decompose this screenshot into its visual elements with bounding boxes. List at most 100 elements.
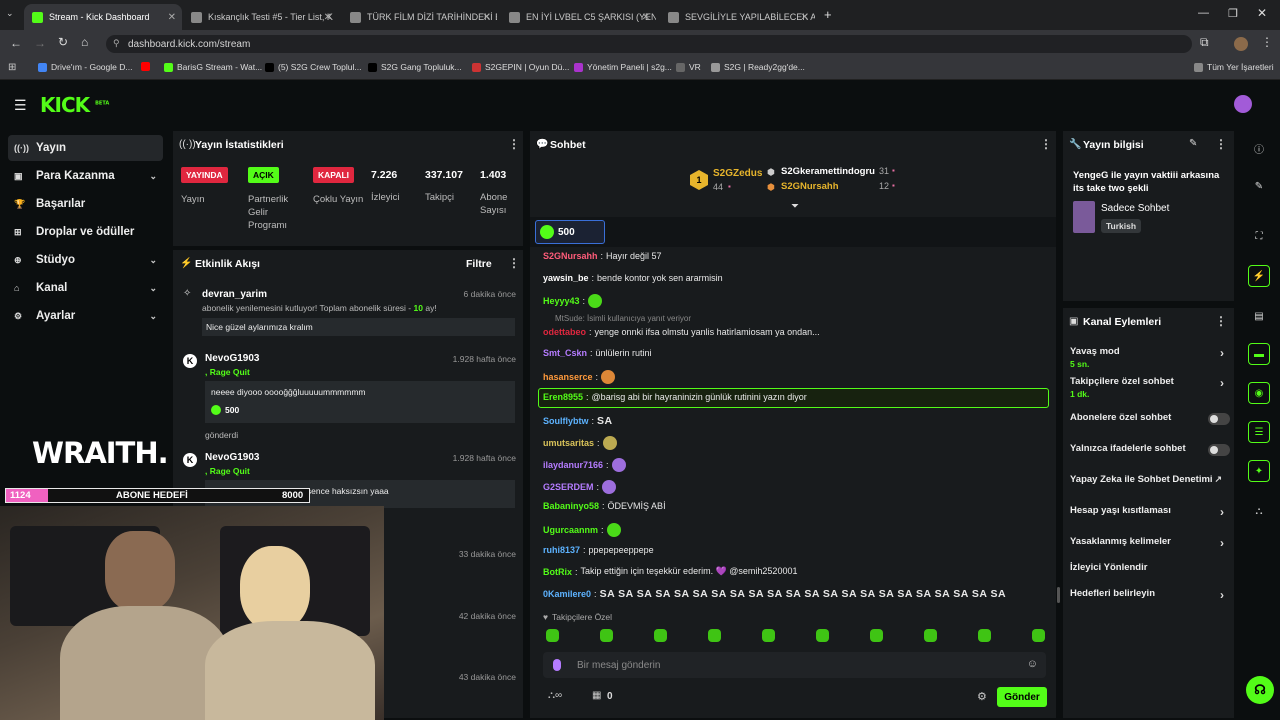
channel-action-row[interactable]: Abonelere özel sohbet [1070, 412, 1230, 426]
chat-message[interactable]: Smt_Cskn: ünlülerin rutini [543, 348, 652, 358]
chat-username[interactable]: G2SERDEM [543, 482, 594, 492]
tab-close-icon[interactable]: ✕ [801, 12, 809, 23]
follower-emote-icon[interactable] [708, 629, 721, 642]
browser-tab[interactable]: Kıskançlık Testi #5 - Tier List, K ✕ [183, 4, 338, 30]
follower-emote-icon[interactable] [978, 629, 991, 642]
send-button[interactable]: Gönder [997, 687, 1047, 707]
bookmark-item[interactable]: S2G | Ready2gg'de... [711, 62, 805, 72]
chat-username[interactable]: yawsin_be [543, 273, 589, 283]
chat-menu-icon[interactable]: ⋮ [1040, 137, 1052, 151]
bookmark-item[interactable]: Tüm Yer İşaretleri [1194, 62, 1274, 72]
chat-username[interactable]: S2GNursahh [543, 251, 598, 261]
follower-emote-icon[interactable] [762, 629, 775, 642]
channel-action-row[interactable]: Takipçilere özel sohbet 1 dk. › [1070, 376, 1230, 402]
tools-icon[interactable]: ✦ [1248, 460, 1270, 482]
bookmark-item[interactable]: VR [676, 62, 701, 72]
chat-message[interactable]: ilaydanur7166: [543, 458, 626, 472]
follower-emote-icon[interactable] [1032, 629, 1045, 642]
site-info-icon[interactable]: ⚲ [113, 38, 120, 49]
toggle-switch[interactable] [1208, 413, 1230, 425]
chat-message[interactable]: hasanserce: [543, 370, 616, 384]
chat-username[interactable]: umutsaritas [543, 438, 594, 448]
chat-username[interactable]: Heyyy43 [543, 296, 580, 306]
activity-user[interactable]: devran_yarim [202, 289, 267, 300]
extensions-icon[interactable]: ⧉ [1200, 35, 1209, 50]
follower-emote-icon[interactable] [654, 629, 667, 642]
follower-emote-icon[interactable] [870, 629, 883, 642]
chat-username[interactable]: 0Kamilere0 [543, 589, 591, 599]
bookmark-item[interactable]: S2GEPIN | Oyun Dü... [472, 62, 569, 72]
tab-close-icon[interactable]: ✕ [168, 12, 176, 23]
bookmark-item[interactable]: Yönetim Paneli | s2g... [574, 62, 672, 72]
emoji-picker-icon[interactable]: ☺ [1027, 658, 1038, 670]
channel-action-row[interactable]: Hedefleri belirleyin › [1070, 588, 1230, 602]
chevron-down-icon[interactable]: ⌄ [149, 171, 157, 182]
top-gifter[interactable]: ⬢ S2Gkeramettindogru 31 ▪ [767, 166, 902, 180]
chat-username[interactable]: Eren8955 [543, 392, 583, 402]
browser-tab[interactable]: EN İYİ LVBEL C5 ŞARKISI (YENİ ✕ [501, 4, 656, 30]
apps-grid-icon[interactable]: ⊞ [8, 62, 16, 73]
chat-message[interactable]: 0Kamilere0: SA SA SA SA SA SA SA SA SA SA… [543, 588, 1006, 600]
language-tag[interactable]: Turkish [1101, 219, 1142, 233]
chat-message[interactable]: Eren8955: @barisg abi bir hayraninizin gü… [543, 392, 807, 402]
chat-username[interactable]: odettabeo [543, 327, 586, 337]
chat-settings-icon[interactable]: ⚙ [977, 690, 987, 703]
chat-username[interactable]: Babaninyo58 [543, 501, 599, 511]
chat-username[interactable]: hasanserce [543, 372, 593, 382]
chat-message[interactable]: yawsin_be: bende kontor yok sen ararmisin [543, 273, 723, 283]
chat-scrollbar[interactable] [1057, 587, 1060, 603]
chat-message[interactable]: Heyyy43: [543, 294, 603, 308]
chat-message[interactable]: BotRix: Takip ettiğin için teşekkür ederi… [543, 566, 797, 577]
chat-message[interactable]: ruhi8137: ppepepeeppepe [543, 545, 654, 555]
pen-icon[interactable]: ✎ [1248, 175, 1270, 197]
tab-close-icon[interactable]: ✕ [324, 12, 332, 23]
fullscreen-icon[interactable]: ⛶ [1248, 225, 1270, 247]
channel-action-row[interactable]: Yapay Zeka ile Sohbet Denetimi ↗ [1070, 474, 1230, 488]
bookmark-item[interactable]: S2G Gang Topluluk... [368, 62, 462, 72]
follower-emote-icon[interactable] [600, 629, 613, 642]
broadcast-rail-icon[interactable]: ◉ [1248, 382, 1270, 404]
chat-username[interactable]: ruhi8137 [543, 545, 580, 555]
chevron-right-icon[interactable]: › [1220, 376, 1224, 390]
channel-action-row[interactable]: Yasaklanmış kelimeler › [1070, 536, 1230, 550]
chat-message[interactable]: Soulflybtw: SA [543, 415, 613, 427]
hamburger-menu-icon[interactable]: ☰ [14, 97, 27, 114]
bookmark-item[interactable]: BarisG Stream - Wat... [164, 62, 262, 72]
sidebar-item[interactable]: ⌂ Kanal ⌄ [8, 275, 163, 301]
channel-action-row[interactable]: Yavaş mod 5 sn. › [1070, 346, 1230, 372]
chat-message[interactable]: S2GNursahh: Hayır değil 57 [543, 251, 662, 261]
sidebar-item[interactable]: ⚙ Ayarlar ⌄ [8, 303, 163, 329]
toggle-switch[interactable] [1208, 444, 1230, 456]
activity-user[interactable]: NevoG1903 [205, 353, 259, 364]
store-icon[interactable]: ▦ [592, 690, 601, 701]
edit-pencil-icon[interactable]: ✎ [1189, 138, 1197, 149]
chat-message[interactable]: Babaninyo58: ÖDEVMİŞ ABİ [543, 501, 666, 511]
chevron-right-icon[interactable]: › [1220, 536, 1224, 550]
reload-icon[interactable]: ↻ [58, 35, 68, 49]
info-icon[interactable]: ⓘ [1248, 137, 1270, 159]
channel-action-row[interactable]: İzleyici Yönlendir [1070, 562, 1230, 576]
browser-menu-icon[interactable]: ⋮ [1261, 35, 1273, 49]
connected-users-icon[interactable]: ⛬∞ [548, 690, 562, 701]
chat-username[interactable]: ilaydanur7166 [543, 460, 603, 470]
bolt-icon[interactable]: ⚡ [1248, 265, 1270, 287]
tab-close-icon[interactable]: ✕ [642, 12, 650, 23]
channel-action-row[interactable]: Hesap yaşı kısıtlaması › [1070, 505, 1230, 519]
follower-emote-icon[interactable] [924, 629, 937, 642]
chat-message[interactable]: G2SERDEM: [543, 480, 617, 494]
activity-user[interactable]: NevoG1903 [205, 452, 259, 463]
top-gifter-first[interactable]: 1 S2GZedus 44 ▪ [690, 168, 762, 194]
chevron-down-icon[interactable]: ⌄ [149, 311, 157, 322]
users-icon[interactable]: ⛬ [1248, 500, 1270, 522]
follower-emote-icon[interactable] [546, 629, 559, 642]
follower-emote-icon[interactable] [816, 629, 829, 642]
tab-close-icon[interactable]: ✕ [483, 12, 491, 23]
pinned-gift[interactable]: 500 [535, 220, 605, 244]
chat-input[interactable]: Bir mesaj gönderin ☺ [543, 652, 1046, 678]
chat-username[interactable]: Ugurcaannm [543, 525, 598, 535]
minimize-icon[interactable]: — [1198, 7, 1209, 19]
document-icon[interactable]: ▤ [1248, 305, 1270, 327]
url-input[interactable]: ⚲ dashboard.kick.com/stream [106, 35, 1192, 53]
browser-tab[interactable]: SEVGİLİYLE YAPILABİLECEK AKT ✕ [660, 4, 815, 30]
chat-message[interactable]: Ugurcaannm: [543, 523, 621, 537]
